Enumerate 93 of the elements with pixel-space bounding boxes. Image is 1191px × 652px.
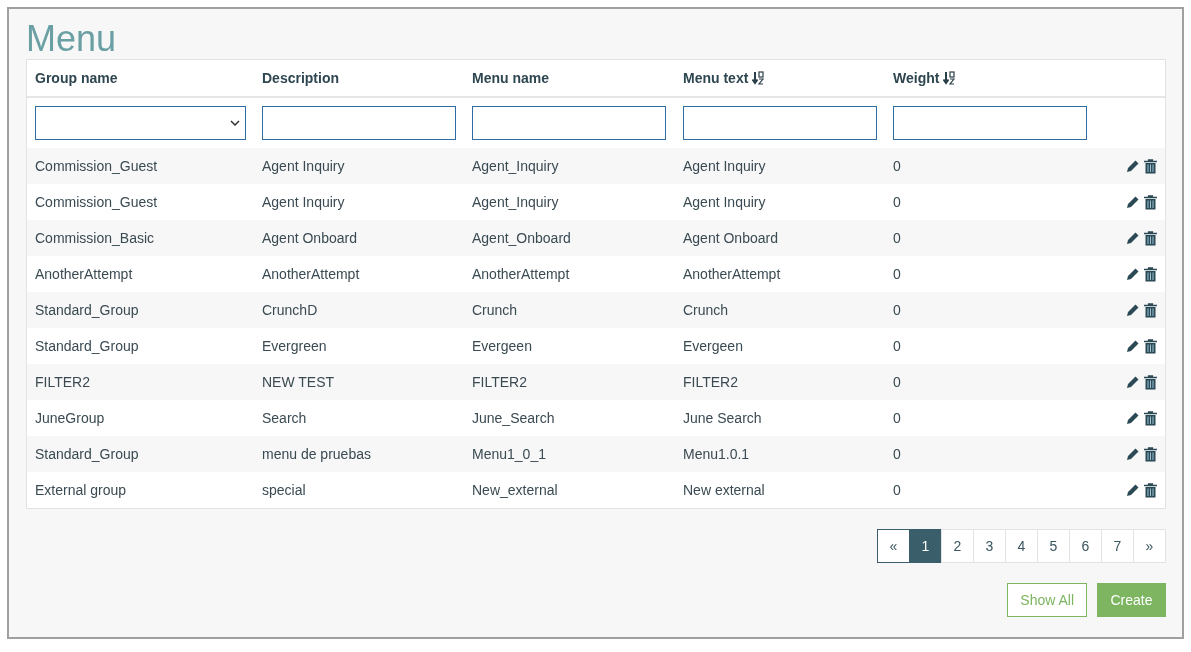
table-cell: FILTER2 [472,374,527,390]
table-cell: 0 [893,482,901,498]
table-cell: Crunch [683,302,729,318]
table-cell: FILTER2 [35,374,90,390]
page-button[interactable]: 7 [1101,529,1134,563]
trash-icon[interactable] [1144,482,1157,498]
trash-icon[interactable] [1144,446,1157,462]
pencil-icon[interactable] [1126,483,1140,497]
filter-input[interactable] [893,106,1087,140]
trash-icon[interactable] [1144,374,1157,390]
table-cell: 0 [893,446,901,462]
pencil-icon[interactable] [1126,231,1140,245]
filter-input[interactable] [262,106,456,140]
table-cell: Menu1.0.1 [683,446,750,462]
pencil-icon[interactable] [1126,267,1140,281]
column-header: Group name [35,70,118,86]
column-header: Description [262,70,339,86]
column-header: Menu name [472,70,549,86]
table-cell: CrunchD [262,302,318,318]
table-cell: Agent_Inquiry [472,158,559,174]
table-cell: Agent Inquiry [262,194,345,210]
table-cell: Evergeen [683,338,743,354]
table-cell: 0 [893,230,901,246]
table-cell: Standard_Group [35,446,139,462]
pencil-icon[interactable] [1126,303,1140,317]
table-cell: menu de pruebas [262,446,371,462]
page-title: Menu [26,17,118,59]
page-button[interactable]: 2 [941,529,974,563]
table-cell: 0 [893,302,901,318]
pencil-icon[interactable] [1126,411,1140,425]
table-cell: Agent Onboard [683,230,778,246]
chevron-down-icon [230,120,240,126]
table-cell: External group [35,482,127,498]
trash-icon[interactable] [1144,338,1157,354]
table-cell: Evergreen [262,338,327,354]
table-cell: Agent_Onboard [472,230,571,246]
table-cell: AnotherAttempt [683,266,781,282]
table-cell: Commission_Basic [35,230,155,246]
table-cell: Search [262,410,307,426]
pencil-icon[interactable] [1126,159,1140,173]
sort-icon[interactable] [752,71,765,85]
column-header: Menu text [683,70,749,86]
trash-icon[interactable] [1144,266,1157,282]
table-cell: 0 [893,158,901,174]
page-button[interactable]: 1 [909,529,942,563]
table-cell: AnotherAttempt [262,266,360,282]
filter-dropdown[interactable] [35,106,246,140]
table-cell: Agent Onboard [262,230,357,246]
pencil-icon[interactable] [1126,447,1140,461]
pencil-icon[interactable] [1126,375,1140,389]
table-cell: Commission_Guest [35,194,158,210]
table-cell: Agent_Inquiry [472,194,559,210]
filter-input[interactable] [683,106,877,140]
table-cell: 0 [893,374,901,390]
pencil-icon[interactable] [1126,339,1140,353]
table-cell: Commission_Guest [35,158,158,174]
page-button[interactable]: 3 [973,529,1006,563]
trash-icon[interactable] [1144,194,1157,210]
table-cell: FILTER2 [683,374,738,390]
table-cell: Standard_Group [35,302,139,318]
page-button[interactable]: 6 [1069,529,1102,563]
next-page-button[interactable]: » [1133,529,1166,563]
column-header: Weight [893,70,940,86]
trash-icon[interactable] [1144,230,1157,246]
table-cell: Agent Inquiry [683,158,766,174]
table-cell: 0 [893,194,901,210]
table-cell: 0 [893,338,901,354]
table-cell: New_external [472,482,558,498]
trash-icon[interactable] [1144,410,1157,426]
table-cell: New external [683,482,765,498]
pencil-icon[interactable] [1126,195,1140,209]
table-cell: 0 [893,266,901,282]
table-cell: 0 [893,410,901,426]
page-button[interactable]: 5 [1037,529,1070,563]
page-button[interactable]: 4 [1005,529,1038,563]
table-cell: Crunch [472,302,518,318]
filter-input[interactable] [472,106,666,140]
trash-icon[interactable] [1144,158,1157,174]
table-cell: Menu1_0_1 [472,446,546,462]
previous-page-button[interactable]: « [877,529,910,563]
table-cell: Agent Inquiry [683,194,766,210]
trash-icon[interactable] [1144,302,1157,318]
table-cell: AnotherAttempt [472,266,570,282]
table-cell: Agent Inquiry [262,158,345,174]
table-cell: June_Search [472,410,555,426]
table-cell: Standard_Group [35,338,139,354]
sort-icon[interactable] [943,71,956,85]
table-cell: Evergeen [472,338,532,354]
table-cell: special [262,482,306,498]
table-cell: June Search [683,410,762,426]
table-cell: JuneGroup [35,410,105,426]
table-cell: NEW TEST [262,374,335,390]
table-cell: AnotherAttempt [35,266,133,282]
